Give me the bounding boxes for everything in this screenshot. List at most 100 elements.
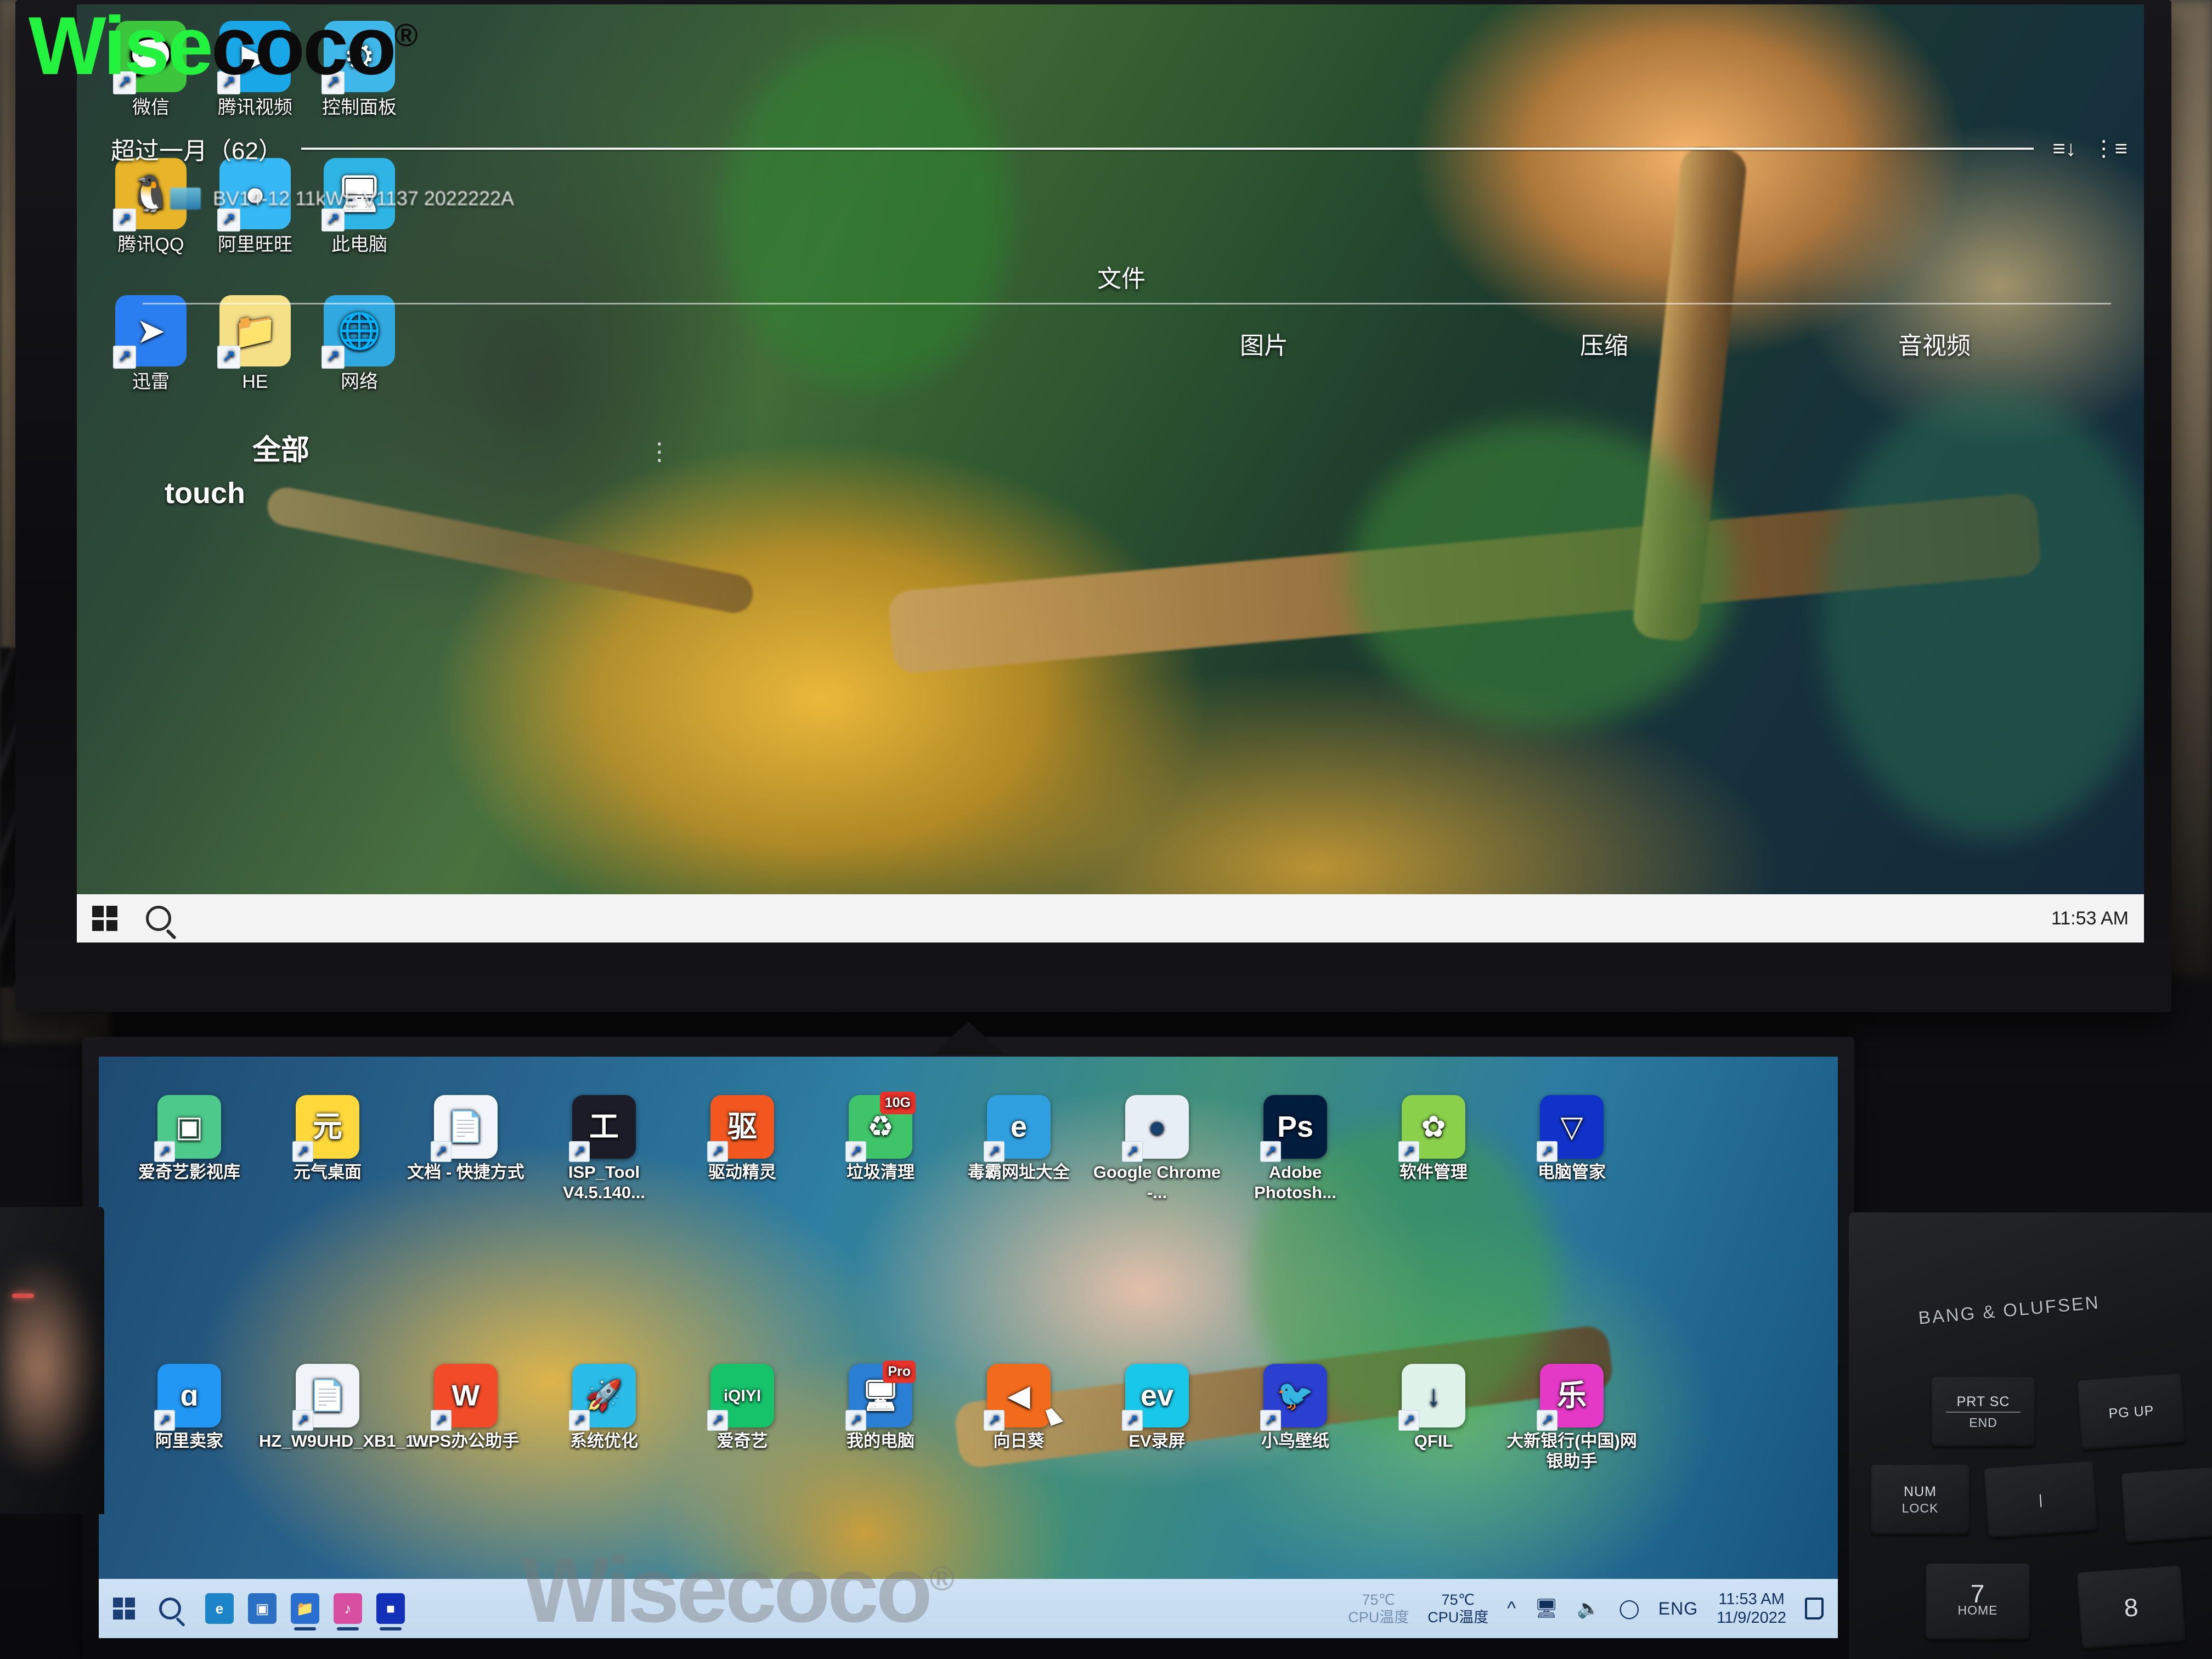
desktop-icon-google-chrome-icon[interactable]: ● ↗ Google Chrome -... <box>1088 1095 1226 1203</box>
shortcut-arrow-icon: ↗ <box>217 346 240 369</box>
key-prtsc-label: PRT SC <box>1956 1394 2010 1409</box>
desktop-icon-duba-websites-icon[interactable]: e ↗ 毒霸网址大全 <box>950 1095 1087 1182</box>
desktop-icon-label: HZ_W9UHD_XB1_1... <box>259 1431 430 1451</box>
desktop-icon-pc-manager-icon[interactable]: ▽ ↗ 电脑管家 <box>1503 1095 1640 1182</box>
pc-manager-icon: ▽ ↗ <box>1537 1095 1604 1162</box>
desktop-icon-label: 小鸟壁纸 <box>1261 1431 1329 1451</box>
shortcut-arrow-icon: ↗ <box>569 1410 590 1431</box>
desktop-icon-aliwangwang-icon[interactable]: ● ↗ 阿里旺旺 <box>203 158 307 256</box>
search-icon[interactable] <box>146 906 171 931</box>
tray-cpu-temperature[interactable]: 75℃ CPU温度 <box>1427 1591 1488 1626</box>
folder-user-icon: 📁 ↗ <box>217 295 291 369</box>
desktop-icon-iqiyi-icon[interactable]: iQIYI ↗ 爱奇艺 <box>674 1364 811 1451</box>
google-chrome-icon: ● ↗ <box>1122 1095 1189 1162</box>
key-pipe[interactable]: | <box>1983 1461 2098 1539</box>
desktop-icon-folder-user-icon[interactable]: 📁 ↗ HE <box>203 295 307 393</box>
clock-date: 11/9/2022 <box>1717 1609 1786 1627</box>
taskbar-bottom[interactable]: e ▣ 📁 ♪ ■ 75℃ CPU温度 75℃ CPU温度 ^ 🖥 🔈 ◯ ENG <box>99 1579 1838 1638</box>
key-pgup[interactable]: PG UP <box>2076 1373 2186 1451</box>
desktop-icon-system-optimize-icon[interactable]: 🚀 ↗ 系统优化 <box>535 1364 673 1451</box>
desktop-icon-qq-icon[interactable]: 🐧 ↗ 腾讯QQ <box>99 158 203 256</box>
desktop-icon-dah-sing-bank-icon[interactable]: 乐 ↗ 大新银行(中国)网银助手 <box>1503 1364 1640 1471</box>
taskbar-app-store[interactable]: ▣ <box>248 1593 276 1624</box>
desktop-icon-qfil-icon[interactable]: ↓ ↗ QFIL <box>1365 1364 1502 1451</box>
desktop-icon-label: 大新银行(中国)网银助手 <box>1506 1431 1637 1471</box>
shortcut-arrow-icon: ↗ <box>1398 1141 1419 1162</box>
key-prtsc-end[interactable]: PRT SC END <box>1931 1377 2035 1447</box>
overflow-dots-icon[interactable]: ⋮ <box>647 438 672 466</box>
desktop-icon-wechat-icon[interactable]: 💬 ↗ 微信 <box>99 21 203 119</box>
desktop-icon-label: 阿里旺旺 <box>218 234 292 255</box>
key-backslash[interactable] <box>2120 1467 2212 1544</box>
key-8-label: 8 <box>2123 1593 2140 1622</box>
taskbar-top[interactable]: 11:53 AM <box>77 894 2144 943</box>
key-pipe-label: | <box>2038 1492 2044 1508</box>
wallpaper-foliage-a <box>724 37 1009 388</box>
system-tray: 75℃ CPU温度 75℃ CPU温度 ^ 🖥 🔈 ◯ ENG 11:53 AM… <box>1348 1590 1824 1627</box>
desktop-icon-network-icon[interactable]: 🌐 ↗ 网络 <box>307 295 411 393</box>
desktop-icon-file-hz-icon[interactable]: 📄 ↗ HZ_W9UHD_XB1_1... <box>259 1364 430 1451</box>
desktop-icon-my-computer-icon[interactable]: 🖥 Pro ↗ 我的电脑 <box>812 1361 949 1451</box>
chevron-up-icon[interactable]: ^ <box>1507 1598 1516 1620</box>
taskbar-app-blue[interactable]: ■ <box>376 1593 405 1630</box>
driver-genius-icon: 驱 ↗ <box>707 1095 774 1162</box>
taskbar-app-explorer[interactable]: 📁 <box>291 1593 319 1630</box>
desktop-icon-thunder-xunlei-icon[interactable]: ➤ ↗ 迅雷 <box>99 295 203 393</box>
desktop-icon-software-manager-icon[interactable]: ✿ ↗ 软件管理 <box>1365 1095 1502 1182</box>
desktop-icon-this-pc-icon[interactable]: 🖥 ↗ 此电脑 <box>307 158 411 256</box>
desktop-icon-ev-recorder-icon[interactable]: ev ↗ EV录屏 <box>1088 1364 1226 1451</box>
desktop-icon-iqiyi-video-library-icon[interactable]: ▣ ↗ 爱奇艺影视库 <box>121 1095 258 1182</box>
desktop-icon-documents-shortcut-icon[interactable]: 📄 ↗ 文档 - 快捷方式 <box>397 1095 534 1182</box>
clock-time: 11:53 AM <box>1718 1590 1785 1608</box>
desktop-icon-sunflower-remote-icon[interactable]: ◀ ↗ 向日葵 <box>950 1364 1087 1451</box>
shortcut-arrow-icon: ↗ <box>1260 1410 1281 1431</box>
desktop-icon-tencent-video-icon[interactable]: ▶ ↗ 腾讯视频 <box>203 21 307 119</box>
network-tray-icon[interactable]: 🖥 <box>1534 1598 1558 1620</box>
search-icon[interactable] <box>159 1598 181 1620</box>
wallpaper-foliage-b <box>1350 421 1734 729</box>
file-hz-icon: 📄 ↗ <box>292 1364 359 1431</box>
desktop-icon-adobe-photoshop-icon[interactable]: Ps ↗ Adobe Photosh... <box>1227 1095 1364 1203</box>
desktop-icon-bird-wallpaper-icon[interactable]: 🐦 ↗ 小鸟壁纸 <box>1227 1364 1364 1451</box>
desktop-icon-wps-office-assistant-icon[interactable]: W ↗ WPS办公助手 <box>397 1364 534 1451</box>
action-center-icon[interactable] <box>1805 1598 1824 1620</box>
shortcut-arrow-icon: ↗ <box>431 1141 452 1162</box>
language-indicator[interactable]: ENG <box>1658 1599 1698 1619</box>
windows-start-icon[interactable] <box>92 906 117 931</box>
tray-cpu-widget-value: 75℃ <box>1362 1592 1395 1608</box>
wifi-icon[interactable]: ◯ <box>1619 1598 1640 1620</box>
laptop-audio-brand: BANG & OLUFSEN <box>1917 1291 2101 1328</box>
desktop-icon-isp-tool-icon[interactable]: 工 ↗ ISP_Tool V4.5.140... <box>535 1095 673 1203</box>
windows-start-icon[interactable] <box>113 1598 135 1620</box>
shortcut-arrow-icon: ↗ <box>292 1410 313 1431</box>
volume-icon[interactable]: 🔈 <box>1577 1598 1600 1620</box>
shortcut-arrow-icon: ↗ <box>113 346 136 369</box>
shortcut-arrow-icon: ↗ <box>707 1141 728 1162</box>
shortcut-arrow-icon: ↗ <box>845 1141 866 1162</box>
desktop-icon-ali-seller-icon[interactable]: ɑ ↗ 阿里卖家 <box>121 1364 258 1451</box>
taskbar-app-media[interactable]: ♪ <box>334 1593 362 1630</box>
taskbar-app-ie[interactable]: e <box>205 1593 234 1624</box>
key-7-label: 7 <box>1970 1579 1985 1608</box>
key-7-home[interactable]: 7 HOME <box>1926 1564 2030 1640</box>
desktop-icon-label: QFIL <box>1414 1431 1453 1451</box>
top-screen-surface: 💬 ↗ 微信 ▶ ↗ 腾讯视频 ⚙ ↗ 控制面板 🐧 ↗ 腾讯QQ ● ↗ 阿里旺旺 🖥 ↗ 此电脑 ➤ ↗ 迅雷 📁 ↗ H… <box>77 4 2144 943</box>
shortcut-arrow-icon: ↗ <box>321 346 345 369</box>
tray-cpu-widget-ghost[interactable]: 75℃ CPU温度 <box>1348 1591 1409 1626</box>
desktop-icon-driver-genius-icon[interactable]: 驱 ↗ 驱动精灵 <box>674 1095 811 1182</box>
desktop-icon-control-panel-icon[interactable]: ⚙ ↗ 控制面板 <box>307 21 411 119</box>
key-num-label: NUM <box>1904 1484 1937 1499</box>
qq-icon: 🐧 ↗ <box>113 158 187 232</box>
key-numlock[interactable]: NUM LOCK <box>1871 1465 1970 1535</box>
system-optimize-icon: 🚀 ↗ <box>569 1364 636 1431</box>
desktop-icon-grid-bottom: ▣ ↗ 爱奇艺影视库元 ↗ 元气桌面 📄 ↗ 文档 - 快捷方式工 ↗ ISP_Tool V4.5… <box>99 1057 1838 1638</box>
desktop-icon-junk-cleaner-icon[interactable]: ♻ 10G ↗ 垃圾清理 <box>812 1092 949 1182</box>
taskbar-clock-bottom[interactable]: 11:53 AM 11/9/2022 <box>1717 1590 1786 1627</box>
taskbar-clock-top[interactable]: 11:53 AM <box>2051 908 2129 929</box>
key-pgup-label: PG UP <box>2108 1403 2155 1421</box>
key-8[interactable]: 8 <box>2076 1565 2186 1650</box>
key-end-label: END <box>1969 1415 1997 1430</box>
desktop-icon-yuanqi-desktop-icon[interactable]: 元 ↗ 元气桌面 <box>259 1095 396 1182</box>
photo-scene: 💬 ↗ 微信 ▶ ↗ 腾讯视频 ⚙ ↗ 控制面板 🐧 ↗ 腾讯QQ ● ↗ 阿里旺旺 🖥 ↗ 此电脑 ➤ ↗ 迅雷 📁 ↗ H… <box>0 0 2212 1659</box>
shortcut-arrow-icon: ↗ <box>845 1410 866 1431</box>
